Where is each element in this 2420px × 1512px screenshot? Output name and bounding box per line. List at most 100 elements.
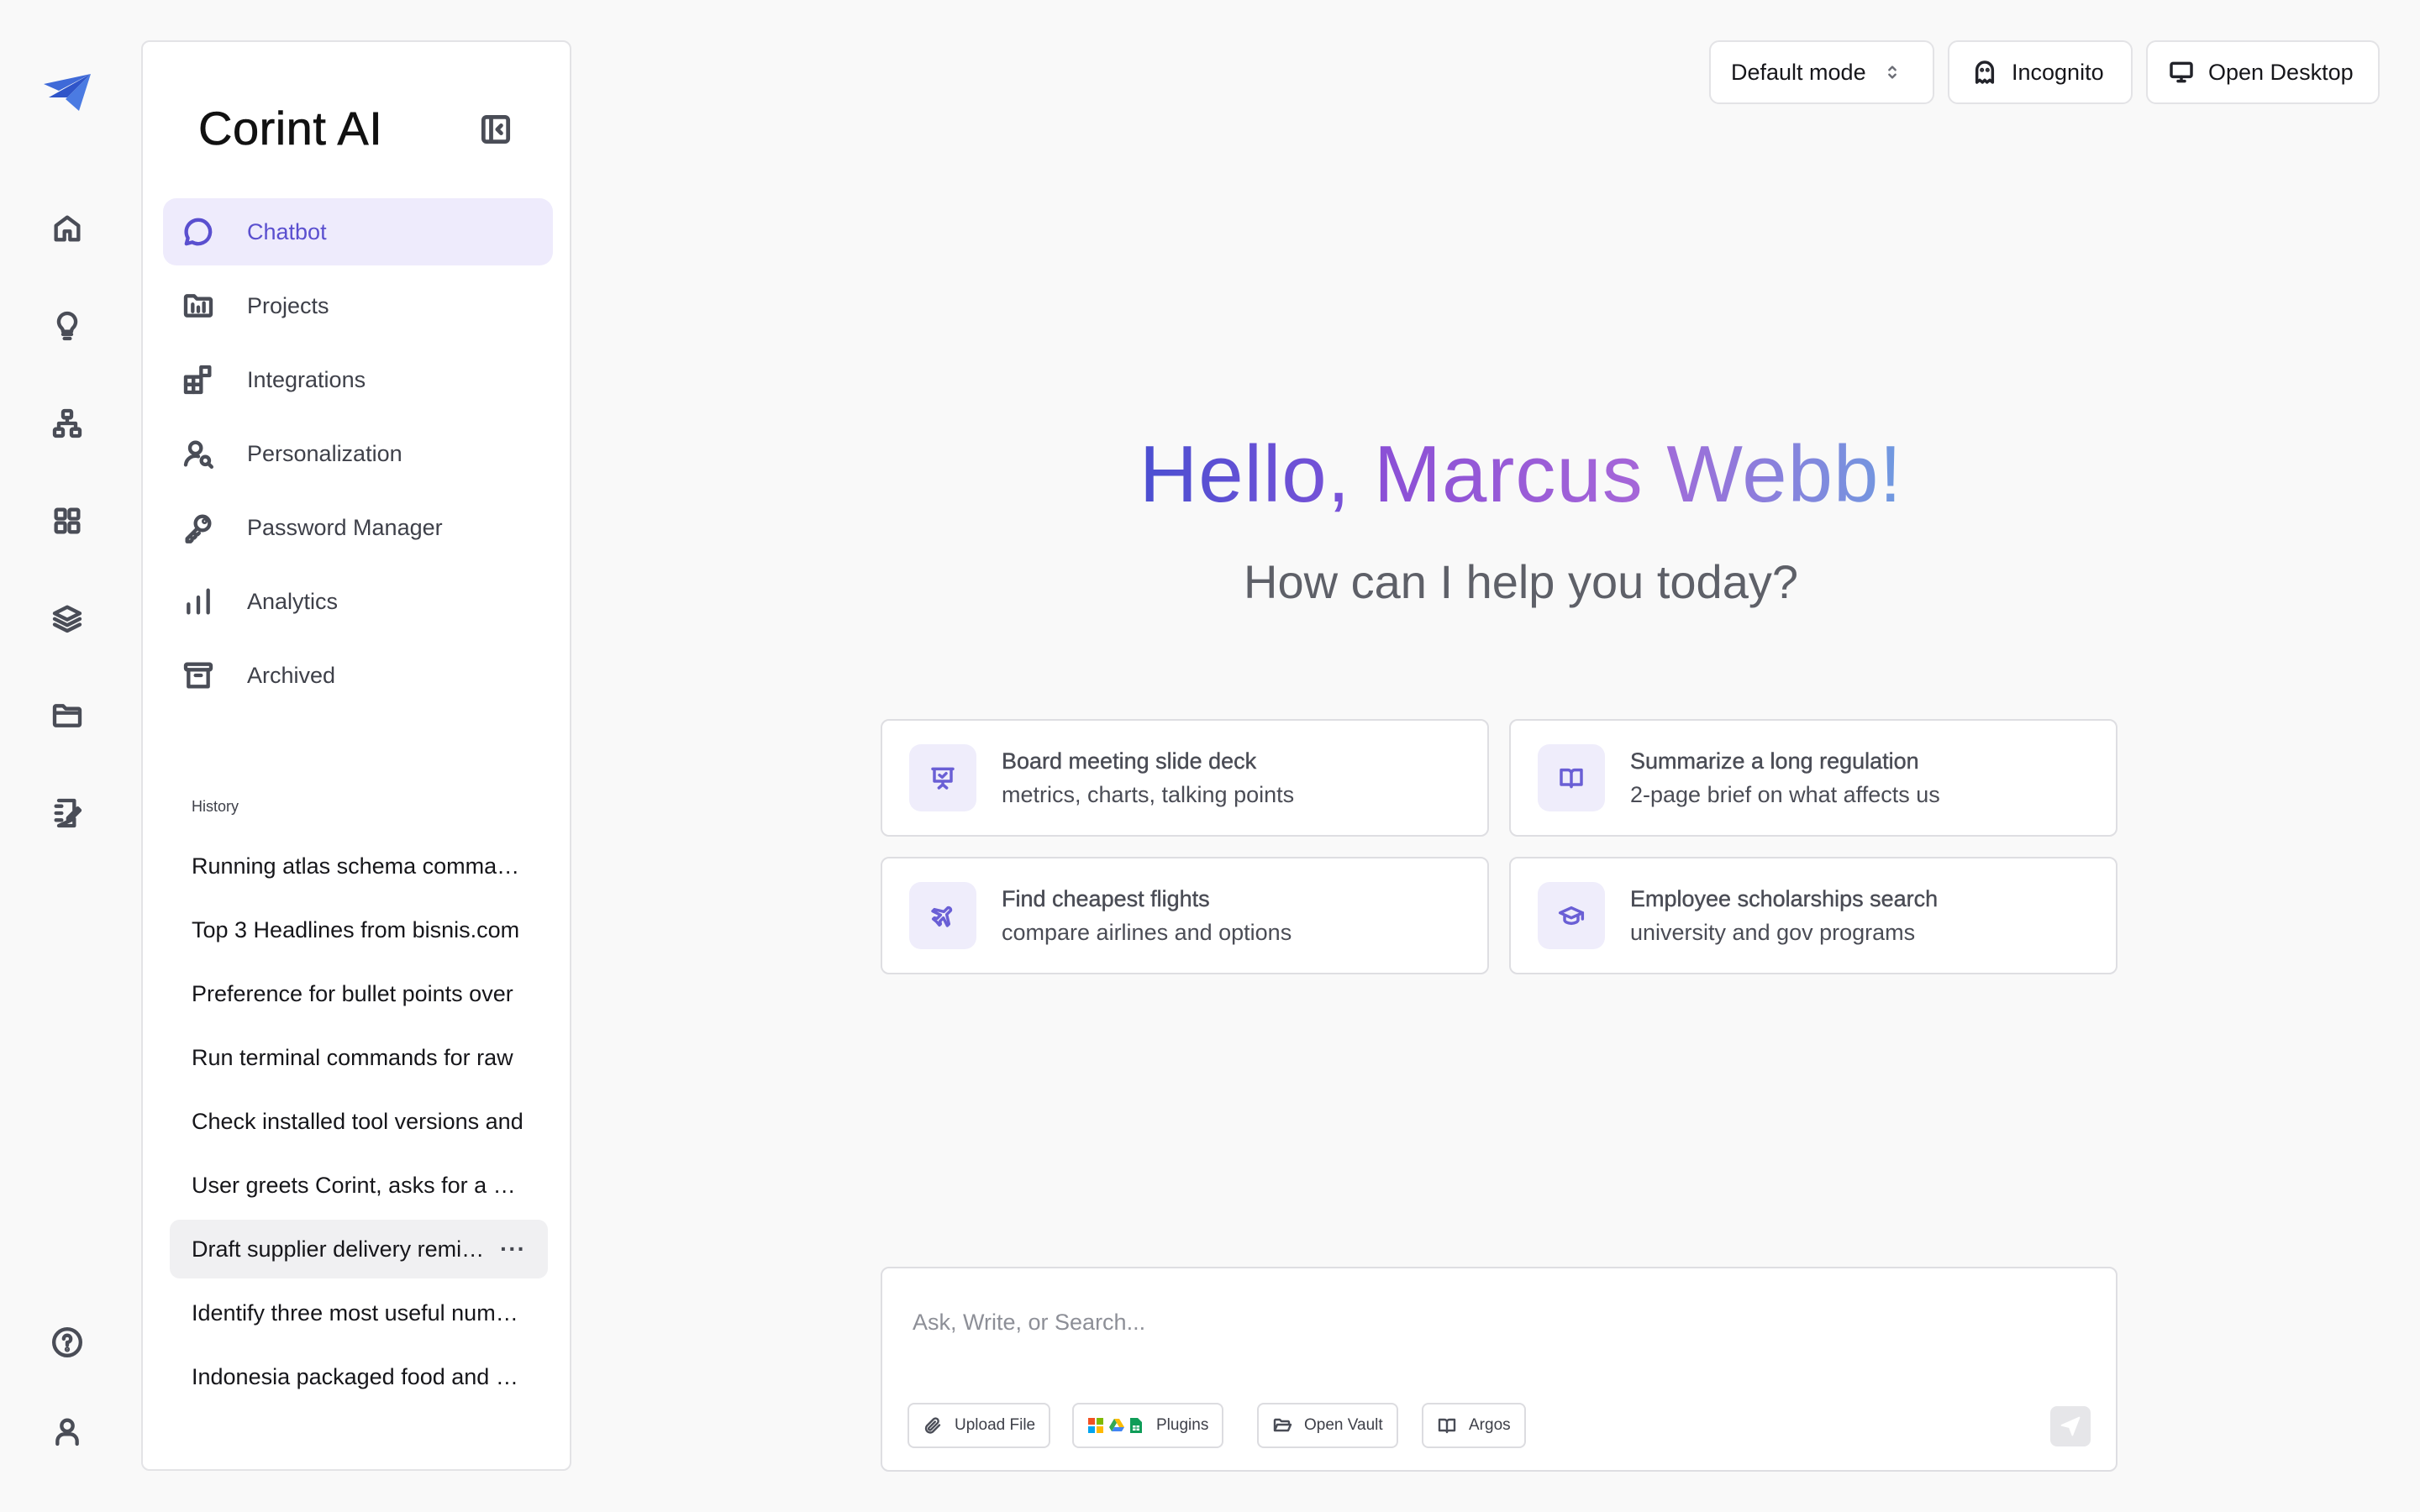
send-icon — [2060, 1416, 2081, 1436]
layers-icon[interactable] — [42, 593, 92, 643]
greeting-name: Marcus Webb! — [1374, 429, 1903, 519]
history-item[interactable]: Running atlas schema commands — [170, 837, 548, 895]
suggestion-title: Employee scholarships search — [1630, 886, 1939, 911]
history-item[interactable]: Run terminal commands for raw — [170, 1028, 548, 1087]
plugins-label: Plugins — [1156, 1416, 1209, 1434]
corint-logo-icon[interactable] — [42, 72, 92, 114]
mode-select-label: Default mode — [1731, 59, 1866, 85]
plugin-logos-icon — [1087, 1417, 1143, 1434]
suggestion-subtitle: university and gov programs — [1630, 920, 1916, 945]
home-icon[interactable] — [42, 203, 92, 254]
sidebar-item-analytics[interactable]: Analytics — [163, 568, 553, 635]
history-item[interactable]: User greets Corint, asks for a help — [170, 1156, 548, 1215]
suggestion-subtitle: 2-page brief on what affects us — [1630, 782, 1940, 807]
bar-chart-icon — [180, 583, 217, 620]
key-icon — [180, 509, 217, 546]
upload-file-label: Upload File — [955, 1416, 1036, 1434]
archive-icon — [180, 657, 217, 694]
chat-input[interactable] — [913, 1305, 2072, 1339]
history-item[interactable]: Identify three most useful numbers — [170, 1284, 548, 1342]
history-heading: History — [192, 798, 239, 815]
sidebar-item-label: Personalization — [247, 440, 402, 466]
history-item[interactable]: Top 3 Headlines from bisnis.com — [170, 900, 548, 959]
chat-bubble-icon — [180, 213, 217, 250]
notebook-edit-icon[interactable] — [42, 788, 92, 838]
sidebar-item-chatbot[interactable]: Chatbot — [163, 198, 553, 265]
google-drive-logo-icon — [1109, 1419, 1124, 1431]
sidebar-panel: Corint AI Chatbot Projects Integrations — [141, 40, 571, 1471]
sidebar-item-projects[interactable]: Projects — [163, 272, 553, 339]
google-sheets-logo-icon — [1130, 1418, 1142, 1433]
sitemap-icon[interactable] — [42, 398, 92, 449]
history-list: Running atlas schema commands Top 3 Head… — [170, 837, 548, 1411]
book-icon — [1438, 1418, 1456, 1434]
send-button[interactable] — [2050, 1406, 2091, 1446]
sidebar-item-label: Analytics — [247, 588, 339, 614]
history-item-label: Identify three most useful numbers — [192, 1299, 526, 1326]
suggestion-card[interactable]: Board meeting slide deck metrics, charts… — [881, 719, 1489, 837]
paperclip-icon — [924, 1417, 941, 1434]
argos-label: Argos — [1469, 1416, 1511, 1434]
help-icon[interactable] — [42, 1317, 92, 1368]
upload-file-button[interactable]: Upload File — [908, 1403, 1051, 1448]
history-item-label: Run terminal commands for raw — [192, 1044, 513, 1070]
history-item-label: Draft supplier delivery reminder — [192, 1236, 491, 1262]
sidebar-item-label: Projects — [247, 292, 329, 318]
sidebar-item-archived[interactable]: Archived — [163, 642, 553, 709]
history-item-label: Indonesia packaged food and health — [192, 1363, 526, 1389]
sidebar-item-label: Archived — [247, 662, 336, 688]
suggestion-title: Board meeting slide deck — [1002, 748, 1257, 774]
icon-rail — [0, 0, 134, 1512]
history-item[interactable]: Preference for bullet points over — [170, 964, 548, 1023]
microsoft-logo-icon — [1088, 1418, 1103, 1433]
greeting-hello: Hello, — [1139, 429, 1351, 519]
folder-open-icon — [1273, 1418, 1292, 1432]
sidebar-item-label: Integrations — [247, 366, 366, 392]
open-vault-label: Open Vault — [1304, 1416, 1383, 1434]
more-options-icon[interactable]: ··· — [500, 1236, 526, 1263]
plugins-button[interactable]: Plugins — [1072, 1403, 1224, 1448]
history-item-label: Top 3 Headlines from bisnis.com — [192, 916, 520, 942]
suggestion-title: Find cheapest flights — [1002, 886, 1210, 911]
open-vault-button[interactable]: Open Vault — [1257, 1403, 1398, 1448]
suggestion-card[interactable]: Find cheapest flights compare airlines a… — [881, 857, 1489, 974]
sidebar-item-personalization[interactable]: Personalization — [163, 420, 553, 487]
book-open-icon — [1538, 744, 1605, 811]
history-item-label: Check installed tool versions and — [192, 1108, 523, 1134]
history-item[interactable]: Indonesia packaged food and health — [170, 1347, 548, 1406]
app-title: Corint AI — [198, 102, 383, 155]
incognito-label: Incognito — [2012, 59, 2104, 85]
integrations-icon — [180, 361, 217, 398]
chevron-up-down-icon — [1883, 63, 1902, 81]
open-desktop-button[interactable]: Open Desktop — [2146, 40, 2380, 104]
argos-button[interactable]: Argos — [1422, 1403, 1526, 1448]
graduation-cap-icon — [1538, 882, 1605, 949]
folder-chart-icon — [180, 287, 217, 324]
suggestion-subtitle: compare airlines and options — [1002, 920, 1292, 945]
suggestion-card[interactable]: Summarize a long regulation 2-page brief… — [1509, 719, 2118, 837]
history-item-label: Running atlas schema commands — [192, 853, 526, 879]
mode-select[interactable]: Default mode — [1709, 40, 1934, 104]
history-item-active[interactable]: Draft supplier delivery reminder ··· — [170, 1220, 548, 1278]
sidebar-item-integrations[interactable]: Integrations — [163, 346, 553, 413]
collapse-sidebar-icon[interactable] — [476, 109, 516, 150]
greeting: Hello, Marcus Webb! — [882, 428, 2160, 521]
greeting-subtitle: How can I help you today? — [1244, 555, 1798, 608]
user-icon[interactable] — [42, 1406, 92, 1457]
user-search-icon — [180, 435, 217, 472]
suggestion-card[interactable]: Employee scholarships search university … — [1509, 857, 2118, 974]
folder-icon[interactable] — [42, 690, 92, 741]
open-desktop-label: Open Desktop — [2208, 59, 2354, 85]
grid-icon[interactable] — [42, 496, 92, 546]
lightbulb-icon[interactable] — [42, 301, 92, 351]
plane-icon — [909, 882, 976, 949]
incognito-button[interactable]: Incognito — [1948, 40, 2133, 104]
sidebar-item-password-manager[interactable]: Password Manager — [163, 494, 553, 561]
suggestion-title: Summarize a long regulation — [1630, 748, 1919, 774]
suggestion-subtitle: metrics, charts, talking points — [1002, 782, 1295, 807]
sidebar-item-label: Chatbot — [247, 218, 327, 244]
sidebar-item-label: Password Manager — [247, 514, 443, 540]
history-item[interactable]: Check installed tool versions and — [170, 1092, 548, 1151]
history-item-label: Preference for bullet points over — [192, 980, 513, 1006]
history-item-label: User greets Corint, asks for a help — [192, 1172, 526, 1198]
